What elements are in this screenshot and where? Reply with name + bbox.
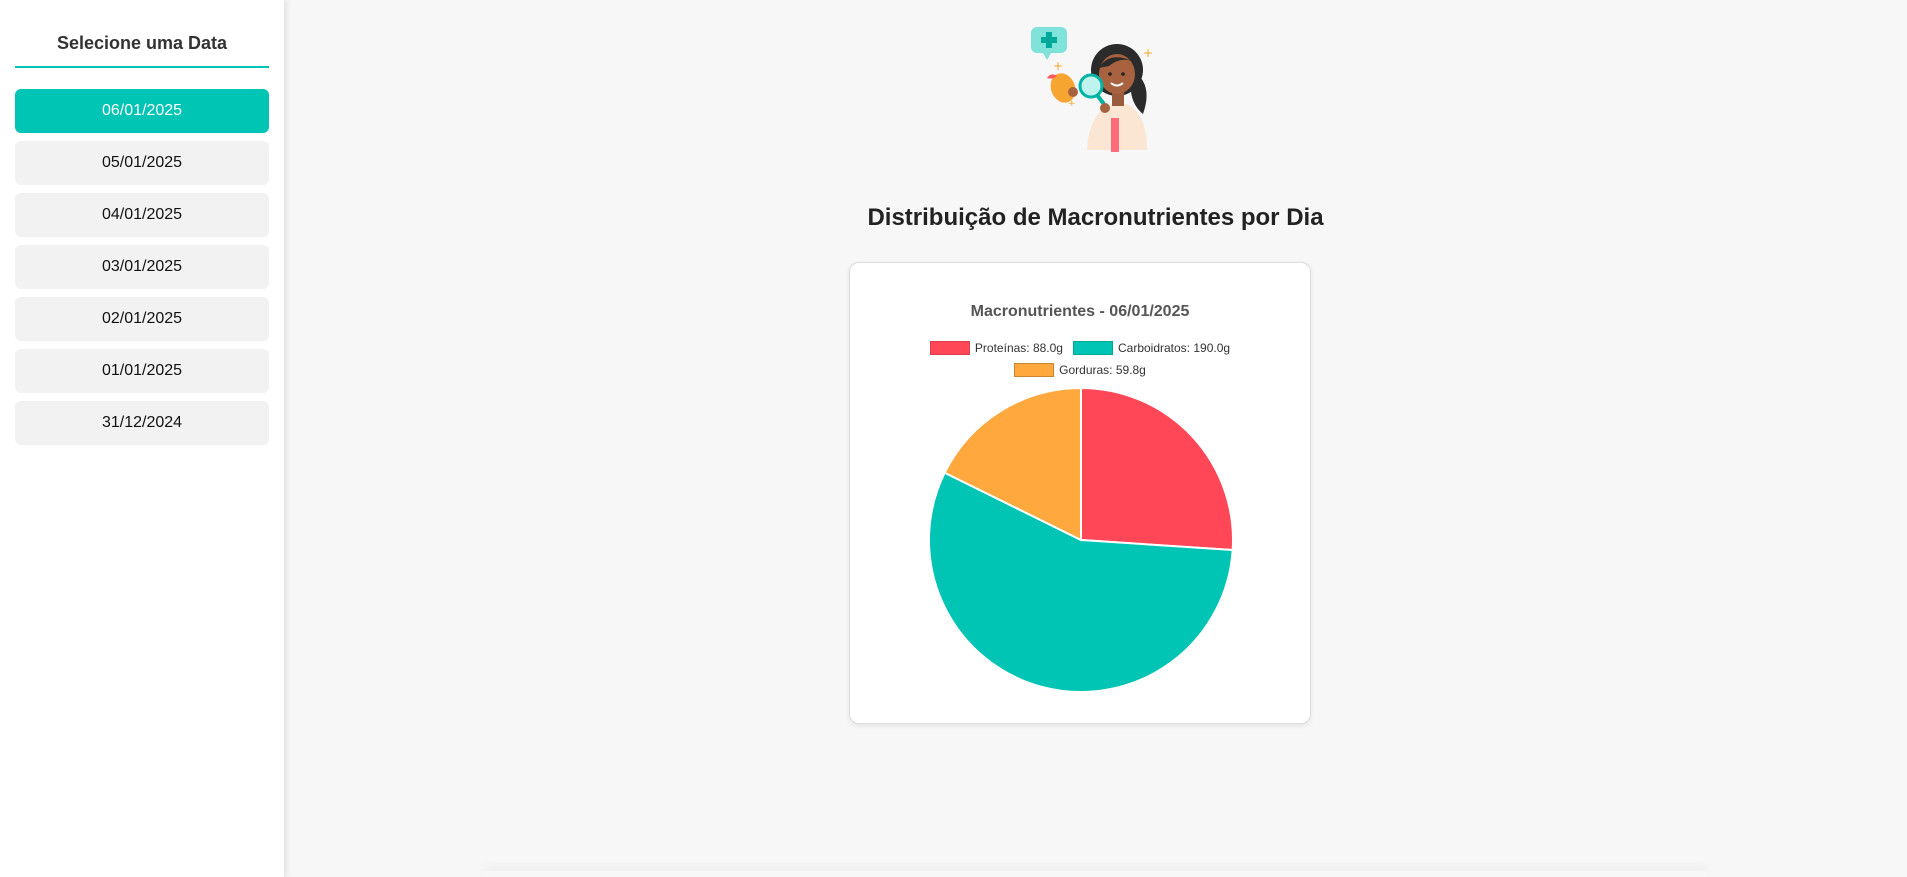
- date-item[interactable]: 31/12/2024: [15, 401, 269, 445]
- pie-chart: [928, 386, 1234, 693]
- sidebar-title: Selecione uma Data: [15, 0, 269, 68]
- date-item[interactable]: 01/01/2025: [15, 349, 269, 393]
- date-item[interactable]: 03/01/2025: [15, 245, 269, 289]
- chart-card: Macronutrientes - 06/01/2025 Proteínas: …: [849, 262, 1311, 724]
- date-item[interactable]: 05/01/2025: [15, 141, 269, 185]
- sidebar: Selecione uma Data 06/01/2025 05/01/2025…: [0, 0, 284, 877]
- date-item[interactable]: 04/01/2025: [15, 193, 269, 237]
- date-list: 06/01/2025 05/01/2025 04/01/2025 03/01/2…: [15, 89, 269, 445]
- pie-slice-proteínas[interactable]: [1080, 386, 1234, 552]
- page-title: Distribuição de Macronutrientes por Dia: [867, 204, 1324, 231]
- date-item[interactable]: 06/01/2025: [15, 89, 269, 133]
- svg-text:+: +: [1053, 59, 1063, 73]
- date-item[interactable]: 02/01/2025: [15, 297, 269, 341]
- svg-text:+: +: [1143, 46, 1153, 60]
- bottom-shadow: [484, 871, 1707, 877]
- main-content: + + + Distribuição de Macronutrientes po…: [284, 0, 1907, 877]
- nutritionist-illustration: + + +: [1031, 27, 1153, 152]
